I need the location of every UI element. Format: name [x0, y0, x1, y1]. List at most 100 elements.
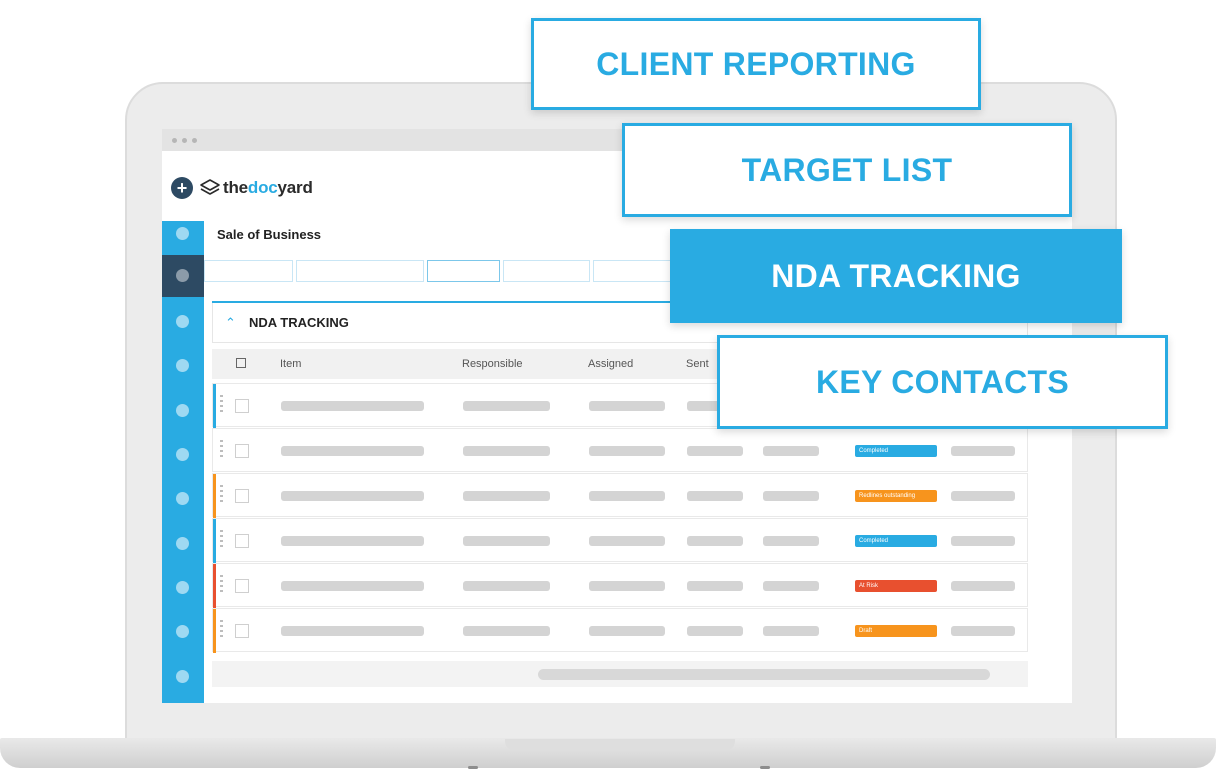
- nav-item-active[interactable]: [162, 255, 204, 297]
- cell-placeholder: [463, 626, 550, 636]
- cell-placeholder: [281, 401, 424, 411]
- callout-client-reporting: CLIENT REPORTING: [531, 18, 981, 110]
- status-badge[interactable]: Redlines outstanding: [855, 490, 937, 502]
- table-row[interactable]: Completed: [212, 428, 1028, 472]
- cell-placeholder: [463, 536, 550, 546]
- nav-item[interactable]: [176, 537, 189, 550]
- nav-item[interactable]: [176, 492, 189, 505]
- drag-handle-icon[interactable]: [220, 620, 223, 640]
- drag-handle-icon[interactable]: [220, 575, 223, 595]
- status-badge[interactable]: Completed: [855, 535, 937, 547]
- tab[interactable]: [296, 260, 424, 282]
- cell-placeholder: [687, 581, 743, 591]
- status-badge[interactable]: Draft: [855, 625, 937, 637]
- row-checkbox[interactable]: [235, 534, 249, 548]
- cell-placeholder: [687, 536, 743, 546]
- nav-item[interactable]: [176, 404, 189, 417]
- cell-placeholder: [589, 446, 665, 456]
- cell-placeholder: [687, 626, 743, 636]
- cell-placeholder: [763, 491, 819, 501]
- window-dot[interactable]: [182, 138, 187, 143]
- nav-item[interactable]: [176, 625, 189, 638]
- chevron-up-icon[interactable]: ⌃: [225, 315, 243, 331]
- laptop-notch: [505, 739, 735, 751]
- page-title: Sale of Business: [217, 227, 322, 242]
- drag-handle-icon[interactable]: [220, 530, 223, 550]
- cell-placeholder: [589, 581, 665, 591]
- brand-logo[interactable]: thedocyard: [223, 178, 313, 198]
- cell-placeholder: [763, 581, 819, 591]
- row-status-bar: [213, 609, 216, 653]
- row-status-bar: [213, 474, 216, 518]
- cell-placeholder: [589, 626, 665, 636]
- cell-placeholder: [463, 581, 550, 591]
- drag-handle-icon[interactable]: [220, 440, 223, 460]
- row-checkbox[interactable]: [235, 444, 249, 458]
- nav-item[interactable]: [176, 581, 189, 594]
- table-row[interactable]: At Risk: [212, 563, 1028, 608]
- column-header-responsible[interactable]: Responsible: [462, 358, 523, 370]
- nav-item[interactable]: [176, 670, 189, 683]
- cell-placeholder: [763, 446, 819, 456]
- callout-key-contacts: KEY CONTACTS: [717, 335, 1168, 429]
- tab[interactable]: [503, 260, 590, 282]
- status-badge[interactable]: Completed: [855, 445, 937, 457]
- plus-icon[interactable]: +: [171, 177, 193, 199]
- cell-placeholder: [951, 491, 1015, 501]
- section-title: NDA TRACKING: [249, 315, 349, 330]
- nav-item[interactable]: [176, 315, 189, 328]
- window-dot[interactable]: [192, 138, 197, 143]
- drag-handle-icon[interactable]: [220, 485, 223, 505]
- cell-placeholder: [589, 401, 665, 411]
- cell-placeholder: [281, 536, 424, 546]
- cell-placeholder: [463, 401, 550, 411]
- tab[interactable]: [593, 260, 673, 282]
- callout-nda-tracking: NDA TRACKING: [670, 229, 1122, 323]
- scrollbar-thumb[interactable]: [538, 669, 990, 680]
- cell-placeholder: [687, 491, 743, 501]
- horizontal-scrollbar[interactable]: [212, 661, 1028, 687]
- cell-placeholder: [951, 536, 1015, 546]
- cell-placeholder: [463, 446, 550, 456]
- row-status-bar: [213, 429, 216, 473]
- row-status-bar: [213, 519, 216, 563]
- column-header-item[interactable]: Item: [280, 358, 301, 370]
- row-checkbox[interactable]: [235, 624, 249, 638]
- nav-item[interactable]: [176, 227, 189, 240]
- column-header-assigned[interactable]: Assigned: [588, 358, 633, 370]
- left-nav-rail: [162, 221, 204, 703]
- cell-placeholder: [951, 446, 1015, 456]
- cell-placeholder: [589, 491, 665, 501]
- cell-placeholder: [281, 491, 424, 501]
- app-header: + thedocyard: [171, 175, 313, 201]
- tab-active[interactable]: [427, 260, 500, 282]
- row-checkbox[interactable]: [235, 399, 249, 413]
- nav-item[interactable]: [176, 359, 189, 372]
- table-row[interactable]: Completed: [212, 518, 1028, 563]
- tab[interactable]: [204, 260, 293, 282]
- laptop-foot: [760, 766, 770, 769]
- column-header-sent[interactable]: Sent: [686, 358, 709, 370]
- cell-placeholder: [281, 581, 424, 591]
- cell-placeholder: [763, 626, 819, 636]
- cell-placeholder: [951, 581, 1015, 591]
- callout-target-list: TARGET LIST: [622, 123, 1072, 217]
- row-status-bar: [213, 564, 216, 608]
- row-checkbox[interactable]: [235, 579, 249, 593]
- cell-placeholder: [763, 536, 819, 546]
- table-row[interactable]: Draft: [212, 608, 1028, 653]
- cell-placeholder: [463, 491, 550, 501]
- cell-placeholder: [589, 536, 665, 546]
- row-status-bar: [213, 384, 216, 428]
- cell-placeholder: [951, 626, 1015, 636]
- table-row[interactable]: Redlines outstanding: [212, 473, 1028, 518]
- laptop-foot: [468, 766, 478, 769]
- nav-item[interactable]: [176, 448, 189, 461]
- layers-icon: [200, 179, 220, 195]
- row-checkbox[interactable]: [235, 489, 249, 503]
- select-all-checkbox[interactable]: [236, 358, 246, 368]
- status-badge[interactable]: At Risk: [855, 580, 937, 592]
- window-dot[interactable]: [172, 138, 177, 143]
- drag-handle-icon[interactable]: [220, 395, 223, 415]
- cell-placeholder: [281, 446, 424, 456]
